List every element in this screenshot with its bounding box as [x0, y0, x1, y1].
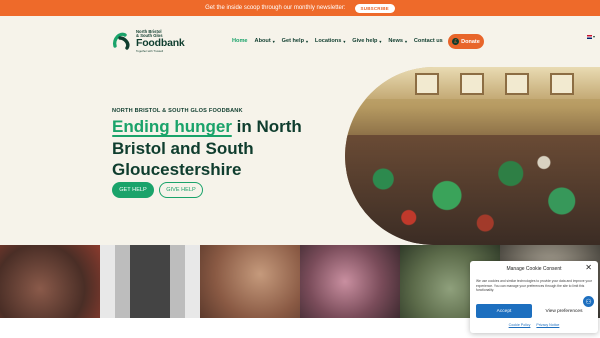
photo-tile	[300, 245, 400, 318]
nav-home-label: Home	[232, 38, 248, 44]
cookie-consent-dialog: Manage Cookie Consent ✕ We use cookies a…	[470, 261, 598, 333]
nav-locations[interactable]: Locations ▾	[315, 38, 345, 44]
get-help-button[interactable]: GET HELP	[112, 182, 154, 198]
logo-tagline: Together with Trussell	[136, 48, 164, 53]
cookie-policy-link[interactable]: Cookie Policy	[509, 323, 531, 327]
chevron-down-icon: ▾	[306, 39, 308, 44]
hero-image-window	[415, 73, 439, 95]
chevron-down-icon: ▾	[379, 39, 382, 44]
donate-button[interactable]: £ Donate	[448, 34, 484, 49]
nav-home[interactable]: Home	[232, 38, 248, 44]
nav-about-label: About	[254, 38, 271, 44]
hero-headline: Ending hunger in North Bristol and South…	[112, 116, 337, 181]
nav-give-help-label: Give help	[352, 38, 378, 44]
photo-tile	[0, 245, 100, 318]
foodbank-logo-icon	[112, 32, 130, 51]
chevron-down-icon: ▾	[272, 39, 275, 44]
nav-get-help-label: Get help	[281, 38, 304, 44]
hero-eyebrow: NORTH BRISTOL & SOUTH GLOS FOODBANK	[112, 108, 243, 114]
accessibility-icon[interactable]: ⚇	[582, 295, 595, 308]
language-switcher[interactable]: ▾	[587, 34, 595, 39]
chevron-down-icon: ▾	[343, 39, 346, 44]
hero-image	[345, 67, 600, 245]
pound-icon: £	[452, 38, 460, 45]
donate-label: Donate	[461, 38, 480, 45]
main-nav: Home About ▾ Get help ▾ Locations ▾ Give he…	[232, 38, 443, 44]
close-icon[interactable]: ✕	[585, 264, 592, 272]
nav-contact-label: Contact us	[413, 38, 443, 44]
photo-tile	[100, 245, 200, 318]
give-help-button[interactable]: GIVE HELP	[159, 182, 203, 198]
newsletter-text: Get the inside scoop through our monthly…	[205, 5, 346, 11]
newsletter-bar: Get the inside scoop through our monthly…	[0, 0, 600, 16]
hero-image-window	[460, 73, 484, 95]
uk-flag-icon	[587, 34, 592, 39]
privacy-notice-link[interactable]: Privacy Notice	[536, 323, 559, 327]
hero-image-crowd	[345, 135, 600, 245]
nav-about[interactable]: About ▾	[255, 38, 275, 44]
chevron-down-icon: ▾	[593, 35, 595, 39]
nav-locations-label: Locations	[314, 38, 342, 44]
nav-news-label: News	[388, 38, 403, 44]
photo-tile	[200, 245, 300, 318]
cookie-text: We use cookies and similar technologies …	[476, 279, 592, 293]
logo-name: Foodbank	[136, 37, 185, 50]
subscribe-button[interactable]: SUBSCRIBE	[354, 3, 395, 13]
cookie-title: Manage Cookie Consent	[506, 266, 562, 272]
nav-give-help[interactable]: Give help ▾	[352, 38, 381, 44]
chevron-down-icon: ▾	[404, 39, 407, 44]
site-logo[interactable]: North Bristol & South Glos Foodbank Toge…	[112, 29, 185, 53]
accept-cookies-button[interactable]: Accept	[476, 304, 532, 318]
nav-news[interactable]: News ▾	[388, 38, 407, 44]
hero-image-window	[550, 73, 574, 95]
nav-get-help[interactable]: Get help ▾	[282, 38, 308, 44]
headline-highlight: Ending hunger	[112, 117, 232, 136]
nav-contact[interactable]: Contact us	[414, 38, 443, 44]
hero-image-window	[505, 73, 529, 95]
